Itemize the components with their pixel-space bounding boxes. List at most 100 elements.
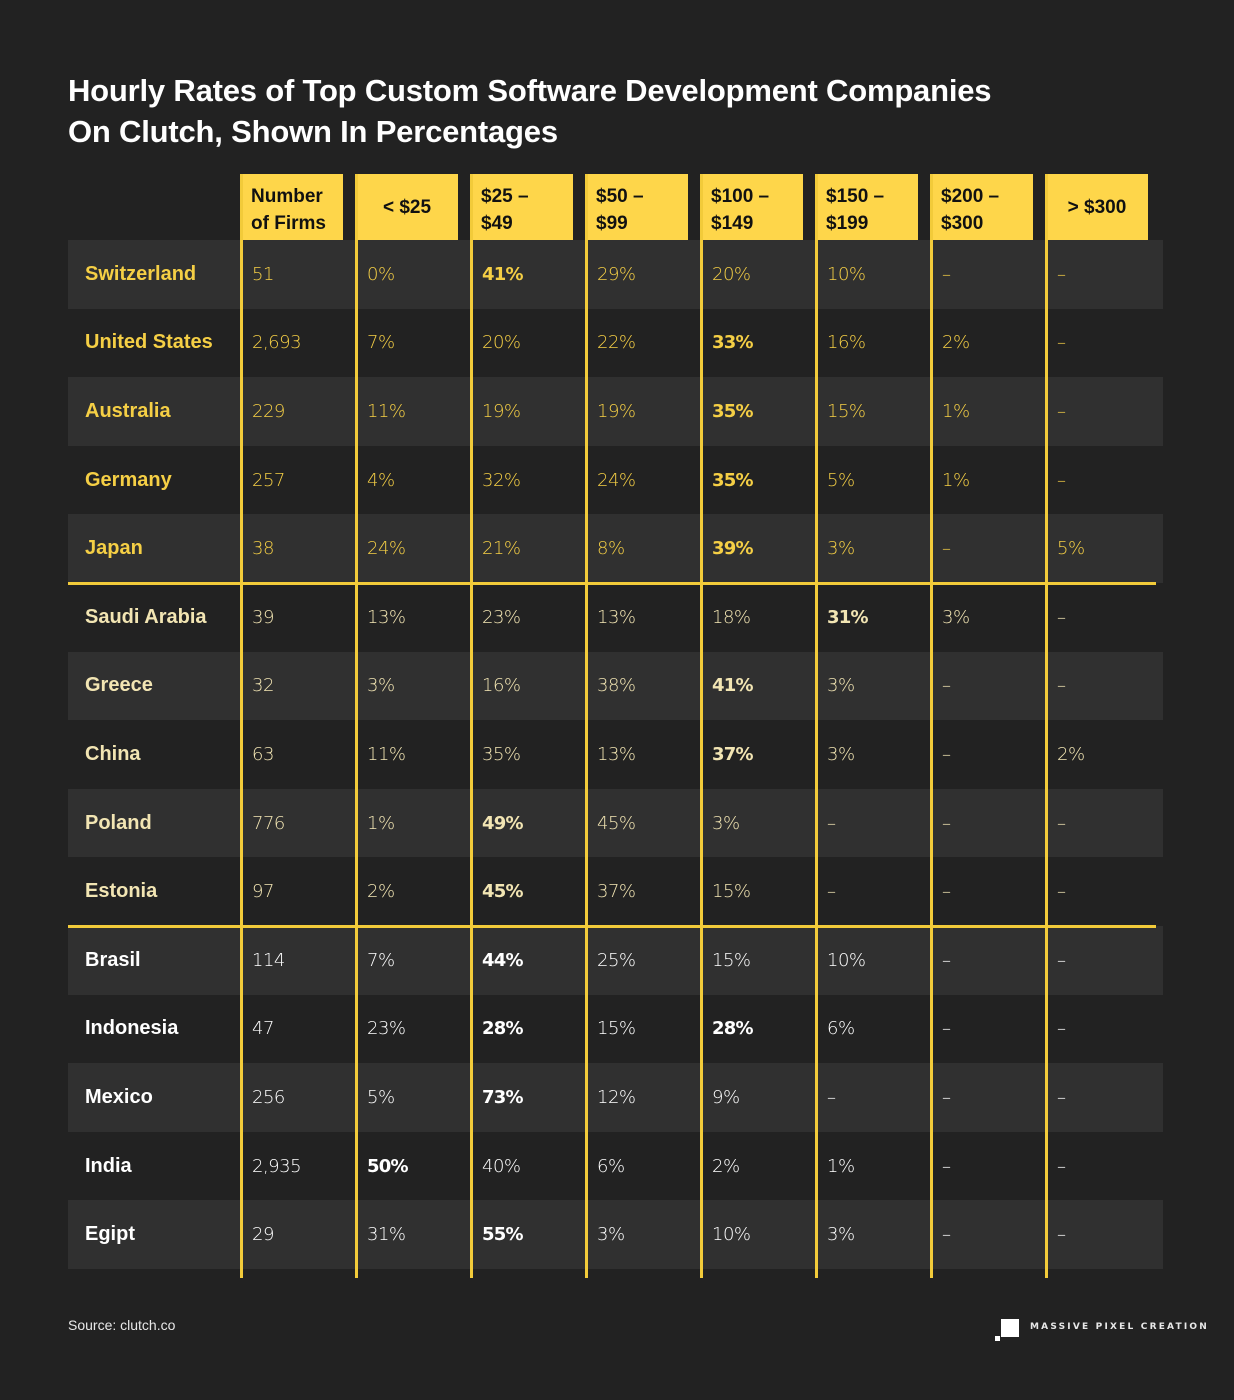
rate-cell: 15% [712, 881, 751, 903]
rate-cell: – [1057, 1086, 1066, 1108]
rate-cell: – [1057, 1224, 1066, 1246]
firm-count-cell: 2,935 [252, 1155, 302, 1177]
table-row: Australia 229 11% 19% 19% 35% 15% 1% – [68, 377, 1163, 446]
firm-count-cell: 256 [252, 1086, 285, 1108]
country-name: Egipt [85, 1223, 135, 1246]
group-divider [68, 924, 1156, 928]
highlighted-rate-cell: 73% [482, 1086, 523, 1108]
rate-cell: 7% [367, 332, 395, 354]
group-divider [68, 581, 1156, 585]
rate-cell: 2% [367, 881, 395, 903]
rate-cell: 21% [482, 538, 521, 560]
table-row: India 2,935 50% 40% 6% 2% 1% – – [68, 1131, 1163, 1201]
rate-cell: – [1057, 675, 1066, 697]
rate-cell: – [942, 812, 951, 834]
rate-cell: 5% [1057, 538, 1085, 560]
highlighted-rate-cell: 33% [712, 332, 753, 354]
country-name: Japan [85, 537, 143, 560]
column-header: $200 – $300 [931, 174, 1033, 240]
column-divider [930, 174, 933, 1278]
rate-cell: – [942, 675, 951, 697]
country-name: Indonesia [85, 1017, 179, 1040]
rate-cell: 40% [482, 1155, 521, 1177]
rate-cell: 23% [367, 1018, 406, 1040]
table-row: Greece 32 3% 16% 38% 41% 3% – – [68, 651, 1163, 721]
firm-count-cell: 63 [252, 743, 274, 765]
column-header: < $25 [356, 174, 458, 240]
rate-cell: 3% [827, 675, 855, 697]
rate-cell: 0% [367, 263, 395, 285]
rate-cell: 19% [597, 400, 636, 422]
rate-cell: – [942, 1155, 951, 1177]
highlighted-rate-cell: 35% [712, 400, 753, 422]
firm-count-cell: 114 [252, 949, 285, 971]
firm-count-cell: 39 [252, 606, 274, 628]
country-name: Switzerland [85, 262, 197, 285]
rate-cell: – [827, 881, 836, 903]
rate-cell: – [942, 1018, 951, 1040]
table-row: Indonesia 47 23% 28% 15% 28% 6% – – [68, 994, 1163, 1064]
rate-cell: 16% [482, 675, 521, 697]
rate-cell: 3% [367, 675, 395, 697]
rate-cell: 3% [597, 1224, 625, 1246]
rate-cell: 13% [597, 743, 636, 765]
brand-logo: MASSIVE PIXEL CREATION [994, 1318, 1207, 1344]
table-row: Brasil 114 7% 44% 25% 15% 10% – – [68, 926, 1163, 995]
column-header: > $300 [1046, 174, 1148, 240]
firm-count-cell: 38 [252, 538, 274, 560]
firm-count-cell: 51 [252, 263, 274, 285]
rate-cell: 32% [482, 469, 521, 491]
table-row: China 63 11% 35% 13% 37% 3% – 2% [68, 720, 1163, 789]
column-header-line-1: $200 – [941, 186, 1000, 207]
rate-cell: 2% [712, 1155, 740, 1177]
column-divider [240, 174, 243, 1278]
rate-cell: 2% [942, 332, 970, 354]
column-header-line-2: $99 [596, 213, 628, 234]
highlighted-rate-cell: 31% [827, 606, 868, 628]
column-header-line-1: < $25 [382, 196, 432, 218]
table-row: Japan 38 24% 21% 8% 39% 3% – 5% [68, 514, 1163, 583]
column-divider [700, 174, 703, 1278]
table-row: Saudi Arabia 39 13% 23% 13% 18% 31% 3% – [68, 583, 1163, 652]
column-header-line-2: $300 [941, 213, 984, 234]
country-name: China [85, 742, 141, 765]
rate-cell: – [942, 1224, 951, 1246]
firm-count-cell: 32 [252, 675, 274, 697]
table-row: Mexico 256 5% 73% 12% 9% – – – [68, 1063, 1163, 1132]
column-divider [1045, 174, 1048, 1278]
country-name: Mexico [85, 1085, 153, 1108]
rate-cell: – [1057, 263, 1066, 285]
highlighted-rate-cell: 44% [482, 949, 523, 971]
column-header: $150 – $199 [816, 174, 918, 240]
country-name: Germany [85, 468, 172, 491]
rate-cell: 3% [712, 812, 740, 834]
brand-name: MASSIVE PIXEL CREATION [1030, 1322, 1209, 1332]
rate-cell: 38% [597, 675, 636, 697]
firm-count-cell: 47 [252, 1018, 274, 1040]
rate-cell: – [1057, 332, 1066, 354]
rate-cell: – [942, 881, 951, 903]
rate-cell: – [942, 949, 951, 971]
firm-count-cell: 229 [252, 400, 285, 422]
rate-cell: – [1057, 469, 1066, 491]
column-header: $100 – $149 [701, 174, 803, 240]
rate-cell: – [942, 263, 951, 285]
country-name: Estonia [85, 880, 158, 903]
column-header-line-1: $150 – [826, 186, 885, 207]
rate-cell: 11% [367, 400, 406, 422]
rate-cell: 6% [827, 1018, 855, 1040]
highlighted-rate-cell: 28% [482, 1018, 523, 1040]
logo-square-icon [1001, 1319, 1019, 1337]
table-row: Poland 776 1% 49% 45% 3% – – – [68, 788, 1163, 858]
rate-cell: 10% [712, 1224, 751, 1246]
table-row: Estonia 97 2% 45% 37% 15% – – – [68, 857, 1163, 926]
highlighted-rate-cell: 45% [482, 881, 523, 903]
rate-cell: – [1057, 400, 1066, 422]
column-divider [815, 174, 818, 1278]
rate-cell: 13% [597, 606, 636, 628]
column-divider [585, 174, 588, 1278]
rate-cell: – [1057, 949, 1066, 971]
country-name: United States [85, 331, 213, 354]
column-header-line-1: $100 – [711, 186, 770, 207]
rate-cell: – [1057, 606, 1066, 628]
